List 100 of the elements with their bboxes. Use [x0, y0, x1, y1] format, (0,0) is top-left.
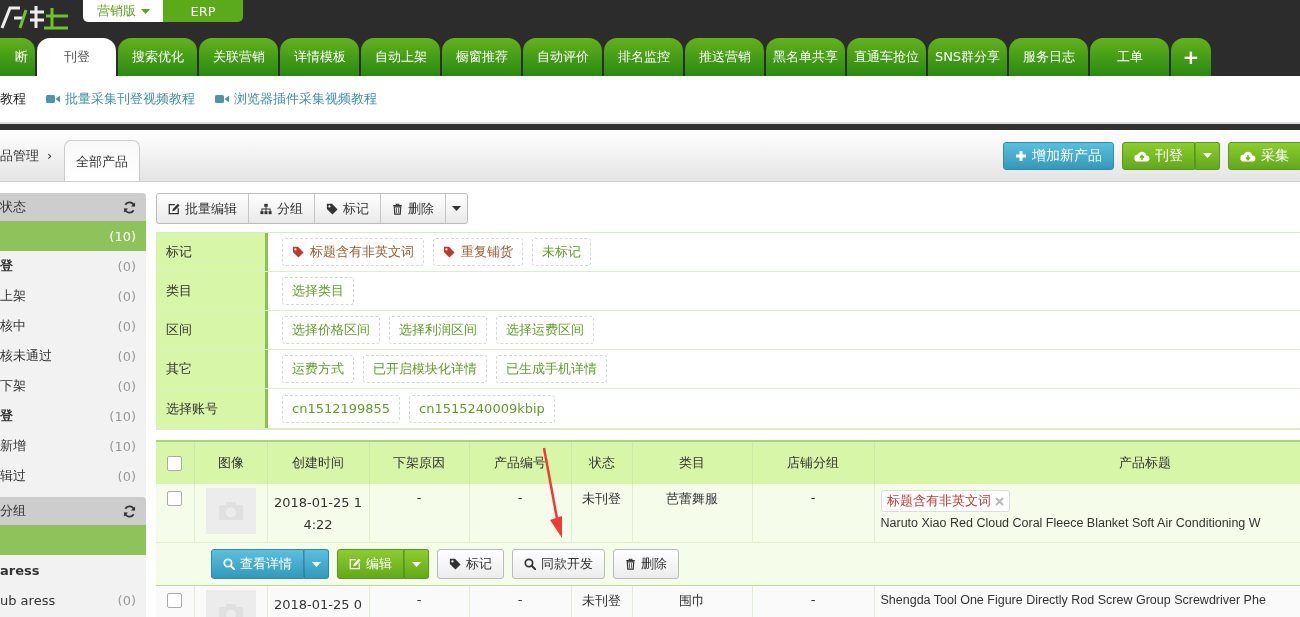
nav-tab[interactable]: 搜索优化 — [118, 38, 197, 76]
nav-tab[interactable]: 断 — [0, 38, 35, 76]
tutorial-link[interactable]: 批量采集刊登视频教程 — [46, 90, 195, 108]
refresh-icon — [123, 200, 136, 214]
action-button[interactable]: 增加新产品 — [1003, 141, 1114, 170]
nav-tab[interactable]: 橱窗推荐 — [442, 38, 521, 76]
edit-icon — [349, 558, 361, 570]
nav-tab[interactable]: 自动评价 — [523, 38, 602, 76]
checkbox[interactable] — [167, 456, 183, 471]
sidebar-item[interactable]: 登 (10) — [0, 401, 146, 431]
table-cell: - — [810, 490, 816, 505]
sidebar-item[interactable]: 辑过 (0) — [0, 461, 146, 491]
toolbar-button[interactable]: 分组 — [249, 194, 315, 223]
nav-tab[interactable]: 工单 — [1090, 38, 1169, 76]
nav-tab[interactable]: + — [1171, 38, 1211, 76]
filter-chip[interactable]: 选择运费区间 — [496, 316, 594, 344]
breadcrumb-separator: › — [47, 148, 53, 163]
sidebar-item[interactable]: aress — [0, 555, 146, 585]
filter-chip[interactable]: 选择类目 — [282, 277, 354, 305]
refresh-icon — [123, 504, 136, 518]
nav-tab[interactable]: 服务日志 — [1009, 38, 1088, 76]
tag-icon — [292, 246, 304, 258]
sidebar-item[interactable]: (10) — [0, 221, 146, 251]
column-header: 图像 — [194, 441, 267, 484]
search-icon — [223, 558, 235, 570]
filter-chip[interactable]: 重复铺货 — [433, 238, 523, 266]
filter-label: 其它 — [156, 350, 268, 388]
toolbar-button[interactable]: 标记 — [315, 194, 381, 223]
hierarchy-icon — [260, 202, 272, 215]
column-header: 产品编号 — [469, 441, 571, 484]
action-button[interactable]: 同款开发 — [512, 549, 605, 579]
breadcrumb-link[interactable]: 品管理 — [0, 146, 39, 165]
sidebar-item[interactable]: 上架 (0) — [0, 281, 146, 311]
dropdown-toggle[interactable] — [304, 549, 329, 579]
filter-chip[interactable]: 标题含有非英文词 — [282, 238, 424, 266]
caret-icon — [1203, 153, 1212, 158]
nav-tab[interactable]: 详情模板 — [280, 38, 359, 76]
image-placeholder — [205, 488, 256, 534]
caret-icon — [412, 561, 421, 567]
filter-label: 类目 — [156, 272, 268, 310]
nav-tab[interactable]: 刊登 — [37, 38, 116, 76]
sidebar-item[interactable]: 核未通过 (0) — [0, 341, 146, 371]
nav-tab[interactable]: 直通车抢位 — [847, 38, 926, 76]
filter-chip[interactable]: 运费方式 — [282, 355, 354, 383]
table-cell-text: 2018-01-25 14:22 — [273, 494, 363, 534]
filter-label: 选择账号 — [156, 389, 268, 428]
nav-tab[interactable]: 自动上架 — [361, 38, 440, 76]
tutorial-link[interactable]: 浏览器插件采集视频教程 — [215, 90, 377, 108]
checkbox[interactable] — [167, 593, 183, 608]
filter-label: 区间 — [156, 311, 268, 349]
sidebar-item[interactable]: 登 (0) — [0, 251, 146, 281]
action-button[interactable]: 采集 — [1228, 141, 1300, 170]
sidebar-item[interactable]: 下架 (0) — [0, 371, 146, 401]
toolbar-button[interactable]: 删除 — [381, 194, 446, 223]
close-icon[interactable] — [994, 496, 1004, 506]
table-cell: 芭蕾舞服 — [666, 491, 718, 506]
filter-chip[interactable]: 选择价格区间 — [282, 316, 380, 344]
nav-tab[interactable]: 推送营销 — [685, 38, 764, 76]
edition-switch-option[interactable]: 营销版 — [83, 0, 163, 22]
dropdown-toggle[interactable] — [404, 549, 429, 579]
caret-icon — [452, 206, 461, 211]
column-header: 创建时间 — [267, 441, 369, 484]
filter-chip[interactable]: cn1515240009kbip — [409, 394, 555, 423]
nav-tab[interactable]: 黑名单共享 — [766, 38, 845, 76]
sidebar-item[interactable]: 新增 (10) — [0, 431, 146, 461]
sidebar-header-title: 分组 — [0, 502, 26, 520]
tag-icon — [449, 558, 461, 570]
action-button[interactable]: 查看详情 — [211, 549, 304, 579]
filter-chip[interactable]: 已生成手机详情 — [496, 355, 607, 383]
column-header: 产品标题 — [874, 441, 1300, 484]
action-button[interactable]: 删除 — [613, 549, 679, 579]
filter-chip[interactable]: 已开启模块化详情 — [363, 355, 487, 383]
table-cell: 未刊登 — [582, 491, 621, 506]
nav-tab[interactable]: 排名监控 — [604, 38, 683, 76]
filter-chip[interactable]: 选择利润区间 — [389, 316, 487, 344]
checkbox[interactable] — [167, 491, 183, 506]
table-cell: - — [810, 592, 816, 607]
title-tag: 标题含有非英文词 — [880, 490, 1010, 512]
cloud-download-icon — [1240, 149, 1256, 162]
action-button[interactable]: 标记 — [437, 549, 504, 579]
action-button[interactable]: 编辑 — [337, 549, 404, 579]
trash-icon — [625, 558, 636, 570]
table-cell: 围巾 — [679, 593, 705, 608]
breadcrumb-tab[interactable]: 全部产品 — [64, 140, 141, 181]
dropdown-toggle[interactable] — [1195, 141, 1220, 170]
nav-tab[interactable]: 关联营销 — [199, 38, 278, 76]
toolbar-button[interactable]: 批量编辑 — [157, 194, 249, 223]
filter-label: 标记 — [156, 233, 268, 271]
nav-tab[interactable]: SNS群分享 — [928, 38, 1007, 76]
action-button[interactable]: 刊登 — [1122, 141, 1195, 170]
sidebar-item[interactable]: 核中 (0) — [0, 311, 146, 341]
tag-icon — [326, 202, 338, 215]
product-title: Naruto Xiao Red Cloud Coral Fleece Blanket Soft Air Conditioning W — [880, 516, 1261, 530]
trash-icon — [392, 202, 403, 215]
edition-switch-option[interactable]: ERP — [163, 0, 243, 22]
filter-chip[interactable]: cn1512199855 — [282, 394, 401, 423]
table-cell: - — [517, 592, 523, 607]
filter-chip[interactable]: 未标记 — [532, 238, 591, 266]
sidebar-item[interactable]: ub aress (0) — [0, 585, 146, 615]
table-cell: - — [517, 490, 523, 505]
